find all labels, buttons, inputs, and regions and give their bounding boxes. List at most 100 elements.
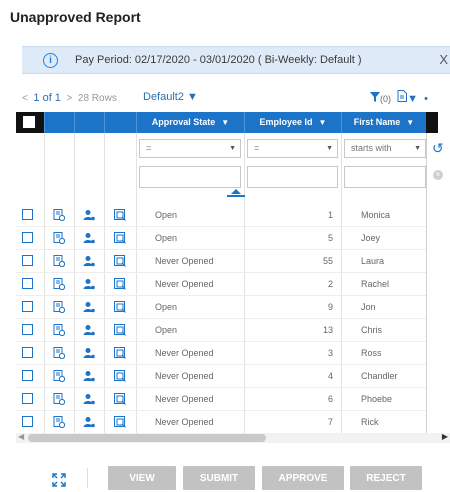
sort-indicator-icon <box>231 189 241 194</box>
row-checkbox[interactable] <box>22 393 33 404</box>
filter-icon[interactable] <box>370 92 380 105</box>
employee-id-cell: 6 <box>327 394 333 404</box>
clear-icon[interactable]: × <box>433 170 443 180</box>
report-icon[interactable] <box>114 347 126 359</box>
column-menu-icon[interactable]: ▼ <box>319 118 327 127</box>
view-button[interactable]: VIEW <box>108 466 176 490</box>
view-name: Default2 <box>143 91 184 103</box>
column-menu-icon[interactable]: ▼ <box>406 118 414 127</box>
row-checkbox[interactable] <box>22 209 33 220</box>
employee-id-cell: 5 <box>327 233 333 243</box>
approval-state-cell: Never Opened <box>155 394 214 404</box>
scroll-right-icon[interactable]: ▶ <box>442 432 448 441</box>
column-header-approval-state[interactable]: Approval State ▼ <box>136 112 244 133</box>
person-icon[interactable] <box>83 324 95 336</box>
person-icon[interactable] <box>83 209 95 221</box>
first-name-cell: Joey <box>361 233 381 243</box>
row-checkbox[interactable] <box>22 278 33 289</box>
page-info: 1 of 1 <box>33 92 61 104</box>
column-header-employee-id[interactable]: Employee Id ▼ <box>244 112 341 133</box>
column-header-first-name[interactable]: First Name ▼ <box>341 112 426 133</box>
row-checkbox[interactable] <box>22 416 33 427</box>
report-icon[interactable] <box>114 209 126 221</box>
approval-state-cell: Never Opened <box>155 279 214 289</box>
first-name-cell: Rachel <box>361 279 390 289</box>
chevron-down-icon: ▼ <box>187 91 198 103</box>
export-chevron-icon[interactable]: ▼ <box>407 93 418 105</box>
person-icon[interactable] <box>83 301 95 313</box>
table-row[interactable]: Open 5 Joey <box>16 227 426 250</box>
prev-page-icon[interactable]: < <box>22 93 28 104</box>
approve-button[interactable]: APPROVE <box>262 466 344 490</box>
table-row[interactable]: Never Opened 55 Laura <box>16 250 426 273</box>
person-icon[interactable] <box>83 416 95 428</box>
horizontal-scrollbar[interactable]: ◀ ▶ <box>16 432 450 443</box>
view-selector[interactable]: Default2 ▼ <box>143 91 198 103</box>
row-checkbox[interactable] <box>22 347 33 358</box>
approval-state-cell: Open <box>155 302 178 312</box>
submit-button[interactable]: SUBMIT <box>183 466 255 490</box>
header-scroll-corner <box>426 112 438 133</box>
pay-period-text: Pay Period: 02/17/2020 - 03/01/2020 ( Bi… <box>75 54 362 66</box>
first-name-operator-select[interactable]: starts with ▼ <box>344 139 426 158</box>
undo-icon[interactable]: ↺ <box>432 140 444 157</box>
person-icon[interactable] <box>83 393 95 405</box>
first-name-cell: Laura <box>361 256 385 266</box>
timesheet-icon[interactable] <box>53 393 66 406</box>
report-icon[interactable] <box>114 370 126 382</box>
timesheet-icon[interactable] <box>53 209 66 222</box>
table-row[interactable]: Never Opened 2 Rachel <box>16 273 426 296</box>
scroll-left-icon[interactable]: ◀ <box>18 432 24 441</box>
report-icon[interactable] <box>114 416 126 428</box>
person-icon[interactable] <box>83 278 95 290</box>
timesheet-icon[interactable] <box>53 416 66 429</box>
report-icon[interactable] <box>114 324 126 336</box>
timesheet-icon[interactable] <box>53 255 66 268</box>
report-icon[interactable] <box>114 232 126 244</box>
person-icon[interactable] <box>83 347 95 359</box>
timesheet-icon[interactable] <box>53 278 66 291</box>
close-banner-button[interactable]: X <box>439 52 448 67</box>
approval-state-filter-input[interactable] <box>139 166 241 188</box>
column-menu-icon[interactable]: ▼ <box>221 118 229 127</box>
first-name-cell: Jon <box>361 302 376 312</box>
table-row[interactable]: Never Opened 6 Phoebe <box>16 388 426 411</box>
row-checkbox[interactable] <box>22 324 33 335</box>
person-icon[interactable] <box>83 370 95 382</box>
approval-state-operator-select[interactable]: = ▼ <box>139 139 241 158</box>
row-checkbox[interactable] <box>22 301 33 312</box>
person-icon[interactable] <box>83 232 95 244</box>
scrollbar-thumb[interactable] <box>28 434 266 442</box>
employee-id-operator-select[interactable]: = ▼ <box>247 139 338 158</box>
employee-id-filter-input[interactable] <box>247 166 338 188</box>
timesheet-icon[interactable] <box>53 324 66 337</box>
report-icon[interactable] <box>114 255 126 267</box>
timesheet-icon[interactable] <box>53 301 66 314</box>
employee-id-cell: 9 <box>327 302 333 312</box>
timesheet-icon[interactable] <box>53 370 66 383</box>
timesheet-icon[interactable] <box>53 232 66 245</box>
timesheet-icon[interactable] <box>53 347 66 360</box>
expand-icon[interactable] <box>52 473 66 487</box>
select-all-checkbox[interactable] <box>23 116 35 128</box>
first-name-filter-input[interactable] <box>344 166 426 188</box>
report-icon[interactable] <box>114 301 126 313</box>
row-checkbox[interactable] <box>22 232 33 243</box>
table-row[interactable]: Open 1 Monica <box>16 204 426 227</box>
row-checkbox[interactable] <box>22 255 33 266</box>
person-icon[interactable] <box>83 255 95 267</box>
pay-period-banner: i Pay Period: 02/17/2020 - 03/01/2020 ( … <box>22 46 450 74</box>
report-icon[interactable] <box>114 393 126 405</box>
export-icon[interactable] <box>397 90 408 105</box>
table-row[interactable]: Open 9 Jon <box>16 296 426 319</box>
reject-button[interactable]: REJECT <box>350 466 422 490</box>
table-row[interactable]: Never Opened 3 Ross <box>16 342 426 365</box>
table-row[interactable]: Never Opened 7 Rick <box>16 411 426 434</box>
more-menu[interactable]: • <box>424 93 428 105</box>
table-row[interactable]: Open 13 Chris <box>16 319 426 342</box>
next-page-icon[interactable]: > <box>67 93 73 104</box>
approval-state-cell: Never Opened <box>155 256 214 266</box>
report-icon[interactable] <box>114 278 126 290</box>
row-checkbox[interactable] <box>22 370 33 381</box>
table-row[interactable]: Never Opened 4 Chandler <box>16 365 426 388</box>
